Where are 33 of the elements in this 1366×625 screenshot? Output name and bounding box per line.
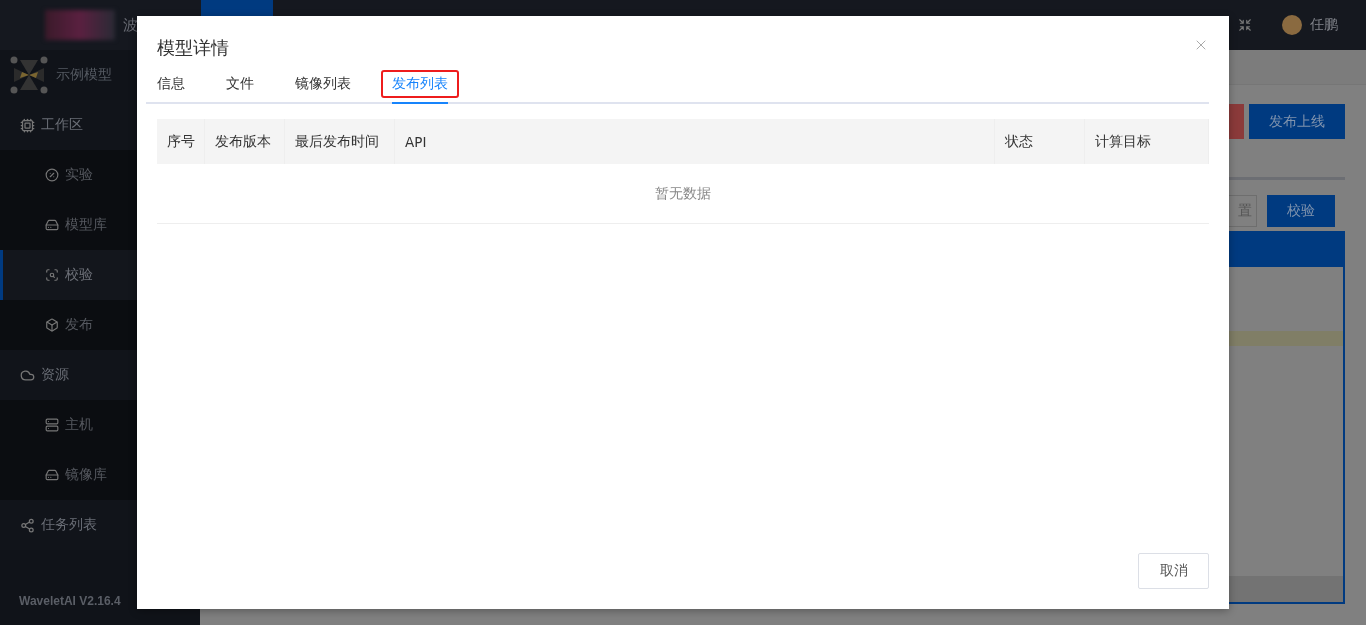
column-header: 最后发布时间 bbox=[285, 119, 395, 164]
sidebar-icon bbox=[45, 168, 59, 182]
tab[interactable]: 镜像列表 bbox=[284, 70, 362, 98]
sidebar-icon bbox=[45, 468, 59, 482]
sidebar-icon bbox=[20, 517, 35, 533]
tab[interactable]: 发布列表 bbox=[381, 70, 459, 98]
sidebar-icon bbox=[20, 117, 35, 133]
cancel-button[interactable]: 取消 bbox=[1138, 553, 1209, 589]
column-header: 状态 bbox=[995, 119, 1085, 164]
model-name: 示例模型 bbox=[56, 66, 112, 84]
avatar[interactable] bbox=[1282, 15, 1302, 35]
check-button[interactable]: 校验 bbox=[1267, 195, 1335, 227]
user-name[interactable]: 任鹏 bbox=[1310, 16, 1338, 34]
tab[interactable]: 信息 bbox=[146, 70, 196, 98]
column-header: API bbox=[395, 119, 995, 164]
column-header: 计算目标 bbox=[1085, 119, 1209, 164]
fullscreen-icon[interactable] bbox=[1238, 18, 1252, 32]
active-tab-underline bbox=[392, 102, 448, 104]
brand-text: 波 bbox=[123, 15, 138, 35]
version-text: WaveletAI V2.16.4 bbox=[19, 594, 121, 608]
tab[interactable]: 文件 bbox=[215, 70, 265, 98]
sidebar-icon bbox=[45, 268, 59, 282]
sidebar-icon bbox=[45, 218, 59, 232]
blurred-logo bbox=[45, 10, 115, 40]
dialog-title: 模型详情 bbox=[157, 36, 229, 60]
column-header: 发布版本 bbox=[205, 119, 285, 164]
sidebar-icon bbox=[45, 418, 59, 432]
column-header: 序号 bbox=[157, 119, 205, 164]
publish-button[interactable]: 发布上线 bbox=[1249, 104, 1345, 139]
sidebar-icon bbox=[20, 367, 35, 383]
sidebar-icon bbox=[45, 318, 59, 332]
empty-text: 暂无数据 bbox=[655, 184, 711, 203]
logo-icon bbox=[10, 56, 48, 94]
